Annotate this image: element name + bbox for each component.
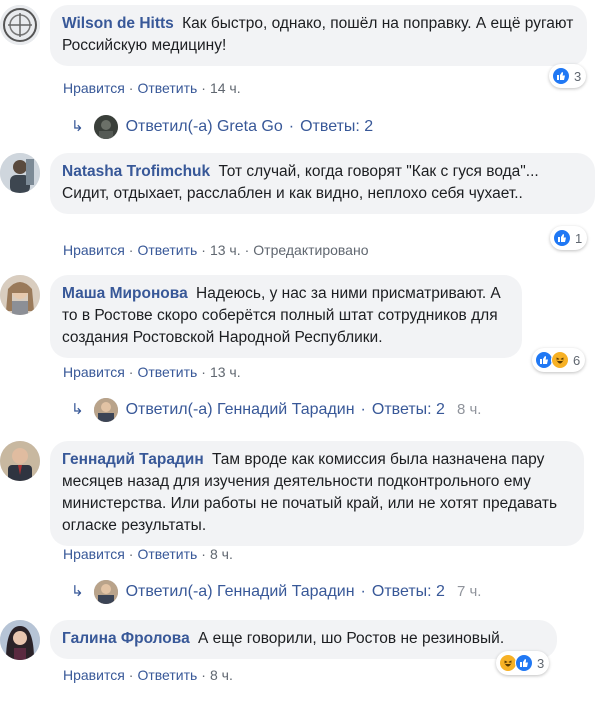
reply-arrow-icon: ↳ [71, 401, 84, 418]
comment-author[interactable]: Геннадий Тарадин [62, 451, 204, 468]
comment-author[interactable]: Маша Миронова [62, 285, 188, 302]
like-icon [552, 67, 570, 85]
like-link[interactable]: Нравится [63, 364, 125, 380]
haha-icon [551, 351, 569, 369]
reply-author-label: Ответил(-а) Greta Go [125, 118, 283, 135]
reply-arrow-icon: ↳ [71, 118, 84, 135]
like-link[interactable]: Нравится [63, 80, 125, 96]
reaction-count: 1 [575, 230, 583, 246]
reply-link[interactable]: Ответить [137, 242, 197, 258]
reactions-summary[interactable]: 3 [496, 651, 550, 675]
comment-time[interactable]: 14 ч. [210, 80, 241, 96]
comment-author[interactable]: Natasha Trofimchuk [62, 163, 210, 180]
reaction-count: 3 [537, 655, 545, 671]
reply-author-label: Ответил(-а) Геннадий Тарадин [125, 583, 355, 600]
comment-bubble: Галина Фролова А еще говорили, шо Ростов… [50, 620, 557, 659]
reaction-count: 3 [574, 68, 582, 84]
comment-bubble: Wilson de Hitts Как быстро, однако, пошё… [50, 5, 587, 66]
like-icon [553, 229, 571, 247]
comment-author[interactable]: Галина Фролова [62, 630, 190, 647]
reply-link[interactable]: Ответить [137, 80, 197, 96]
comment-actions: Нравится · Ответить · 8 ч. [63, 667, 233, 683]
reply-author-label: Ответил(-а) Геннадий Тарадин [125, 401, 355, 418]
comment-time[interactable]: 13 ч. [210, 364, 241, 380]
reactions-summary[interactable]: 1 [550, 226, 588, 250]
comment-actions: Нравится · Ответить · 14 ч. [63, 80, 241, 96]
like-link[interactable]: Нравится [63, 667, 125, 683]
avatar[interactable] [0, 441, 40, 481]
reply-avatar [93, 580, 118, 604]
avatar[interactable] [0, 620, 40, 660]
reaction-count: 6 [573, 352, 581, 368]
replies-link[interactable]: ↳ Ответил(-а) Greta Go · Ответы: 2 [71, 115, 373, 139]
reply-arrow-icon: ↳ [71, 583, 84, 600]
comment-bubble: Маша Миронова Надеюсь, у нас за ними при… [50, 275, 522, 358]
comment-time[interactable]: 8 ч. [210, 667, 233, 683]
reply-link[interactable]: Ответить [137, 364, 197, 380]
replies-link[interactable]: ↳ Ответил(-а) Геннадий Тарадин · Ответы:… [71, 580, 481, 604]
avatar[interactable] [0, 5, 40, 45]
comment-actions: Нравится · Ответить · 13 ч. · Отредактировано [63, 242, 369, 258]
comment-actions: Нравится · Ответить · 8 ч. [63, 546, 233, 562]
replies-link[interactable]: ↳ Ответил(-а) Геннадий Тарадин · Ответы:… [71, 398, 481, 422]
reply-time: 8 ч. [456, 401, 482, 418]
reply-avatar [93, 115, 118, 139]
comment-bubble: Natasha Trofimchuk Тот случай, когда гов… [50, 153, 595, 214]
like-icon [515, 654, 533, 672]
like-link[interactable]: Нравится [63, 546, 125, 562]
reactions-summary[interactable]: 6 [532, 348, 586, 372]
comment-time[interactable]: 8 ч. [210, 546, 233, 562]
reply-link[interactable]: Ответить [137, 667, 197, 683]
comment-bubble: Геннадий Тарадин Там вроде как комиссия … [50, 441, 584, 546]
avatar[interactable] [0, 275, 40, 315]
edited-label[interactable]: Отредактировано [253, 242, 368, 258]
comment-actions: Нравится · Ответить · 13 ч. [63, 364, 241, 380]
reply-avatar [93, 398, 118, 422]
reply-count: Ответы: 2 [371, 583, 445, 600]
comment-text: А еще говорили, шо Ростов не резиновый. [198, 630, 505, 647]
reply-time: 7 ч. [456, 583, 482, 600]
reply-count: Ответы: 2 [300, 118, 374, 135]
reply-count: Ответы: 2 [371, 401, 445, 418]
reactions-summary[interactable]: 3 [549, 64, 587, 88]
avatar[interactable] [0, 153, 40, 193]
reply-link[interactable]: Ответить [137, 546, 197, 562]
comment-author[interactable]: Wilson de Hitts [62, 15, 174, 32]
like-link[interactable]: Нравится [63, 242, 125, 258]
comment-time[interactable]: 13 ч. [210, 242, 241, 258]
